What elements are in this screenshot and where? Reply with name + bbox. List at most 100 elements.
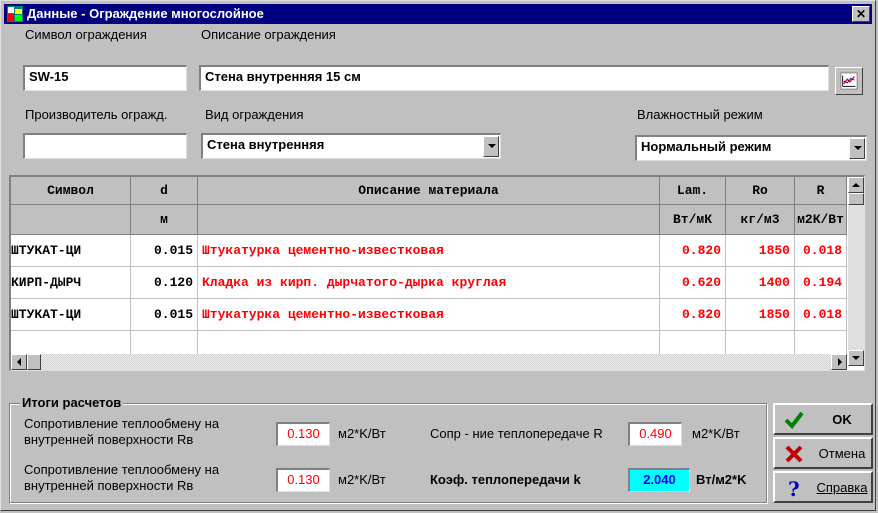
type-select-value: Стена внутренняя xyxy=(207,137,325,152)
header-ro[interactable]: Ro xyxy=(726,177,795,205)
r-inner2-label-line2: внутренней поверхности Rв xyxy=(24,478,194,493)
materials-table[interactable]: Символ d Описание материала Lam. Ro R м … xyxy=(9,175,865,371)
unit-description xyxy=(198,205,660,235)
cell-d[interactable] xyxy=(131,331,198,355)
r-inner-value: 0.130 xyxy=(276,422,330,446)
table-row[interactable] xyxy=(11,331,847,355)
manufacturer-label: Производитель огражд. xyxy=(25,107,168,122)
r-inner-label-line2: внутренней поверхности Rв xyxy=(24,432,194,447)
k-label: Коэф. теплопередачи k xyxy=(430,472,581,487)
unit-d: м xyxy=(131,205,198,235)
type-label: Вид ограждения xyxy=(205,107,304,122)
header-d[interactable]: d xyxy=(131,177,198,205)
cell-r[interactable]: 0.018 xyxy=(795,299,847,331)
help-button[interactable]: ? Справка xyxy=(773,471,873,503)
r-inner-unit: м2*K/Вт xyxy=(338,426,386,441)
cell-d[interactable]: 0.015 xyxy=(131,299,198,331)
scroll-thumb[interactable] xyxy=(27,354,41,370)
table-units-row: м Вт/мК кг/м3 м2К/Вт xyxy=(11,205,847,235)
question-icon: ? xyxy=(788,477,800,499)
cell-r[interactable] xyxy=(795,331,847,355)
r-inner-label-line1: Сопротивление теплообмену на xyxy=(24,416,220,431)
cell-symbol[interactable]: ШТУКАТ-ЦИ xyxy=(11,235,131,267)
cell-r[interactable]: 0.194 xyxy=(795,267,847,299)
description-input[interactable]: Стена внутренняя 15 см xyxy=(199,65,829,91)
r-inner2-label-line1: Сопротивление теплообмену на xyxy=(24,462,220,477)
symbol-input[interactable]: SW-15 xyxy=(23,65,187,91)
cell-lam[interactable]: 0.820 xyxy=(660,235,726,267)
cell-ro[interactable]: 1400 xyxy=(726,267,795,299)
cell-symbol[interactable] xyxy=(11,331,131,355)
cell-ro[interactable] xyxy=(726,331,795,355)
manufacturer-input[interactable] xyxy=(23,133,187,159)
header-description[interactable]: Описание материала xyxy=(198,177,660,205)
cell-description[interactable]: Штукатурка цементно-известковая xyxy=(198,235,660,267)
table-row[interactable]: ШТУКАТ-ЦИ 0.015 Штукатурка цементно-изве… xyxy=(11,299,847,331)
vertical-scrollbar[interactable] xyxy=(848,177,864,366)
r-total-value: 0.490 xyxy=(628,422,682,446)
humidity-select[interactable]: Нормальный режим xyxy=(635,135,867,161)
chevron-down-icon[interactable] xyxy=(849,138,865,159)
cell-d[interactable]: 0.015 xyxy=(131,235,198,267)
chart-icon xyxy=(840,72,858,90)
scroll-left-icon[interactable] xyxy=(11,354,27,370)
scroll-thumb[interactable] xyxy=(848,193,864,205)
header-r[interactable]: R xyxy=(795,177,847,205)
dialog-window: Данные - Ограждение многослойное ✕ Симво… xyxy=(0,0,876,511)
r-inner2-value: 0.130 xyxy=(276,468,330,492)
cell-symbol[interactable]: ШТУКАТ-ЦИ xyxy=(11,299,131,331)
close-icon[interactable]: ✕ xyxy=(852,6,870,22)
cell-description[interactable] xyxy=(198,331,660,355)
cell-d[interactable]: 0.120 xyxy=(131,267,198,299)
humidity-select-value: Нормальный режим xyxy=(641,139,772,154)
ok-label: OK xyxy=(832,412,852,427)
r-inner-label: Сопротивление теплообмену на внутренней … xyxy=(24,416,219,448)
chart-button[interactable] xyxy=(835,67,863,95)
unit-lam: Вт/мК xyxy=(660,205,726,235)
scroll-up-icon[interactable] xyxy=(848,177,864,193)
r-inner2-label: Сопротивление теплообмену на внутренней … xyxy=(24,462,219,494)
unit-symbol xyxy=(11,205,131,235)
cell-lam[interactable]: 0.620 xyxy=(660,267,726,299)
horizontal-scrollbar[interactable] xyxy=(11,354,847,370)
unit-r: м2К/Вт xyxy=(795,205,847,235)
humidity-label: Влажностный режим xyxy=(637,107,763,122)
cell-ro[interactable]: 1850 xyxy=(726,299,795,331)
results-title: Итоги расчетов xyxy=(20,395,124,410)
checkmark-icon xyxy=(784,411,804,430)
table-row[interactable]: ШТУКАТ-ЦИ 0.015 Штукатурка цементно-изве… xyxy=(11,235,847,267)
description-label: Описание ограждения xyxy=(201,27,336,42)
scroll-right-icon[interactable] xyxy=(831,354,847,370)
app-icon xyxy=(7,6,23,22)
header-symbol[interactable]: Символ xyxy=(11,177,131,205)
help-label: Справка xyxy=(816,480,868,495)
cell-lam[interactable] xyxy=(660,331,726,355)
ok-button[interactable]: OK xyxy=(773,403,873,435)
cell-ro[interactable]: 1850 xyxy=(726,235,795,267)
cell-symbol[interactable]: КИРП-ДЫРЧ xyxy=(11,267,131,299)
chevron-down-icon[interactable] xyxy=(483,136,499,157)
table-header-row: Символ d Описание материала Lam. Ro R xyxy=(11,177,847,205)
r-total-label: Сопр - ние теплопередаче R xyxy=(430,426,603,441)
header-lam[interactable]: Lam. xyxy=(660,177,726,205)
cell-description[interactable]: Штукатурка цементно-известковая xyxy=(198,299,660,331)
r-inner2-unit: м2*K/Вт xyxy=(338,472,386,487)
cell-description[interactable]: Кладка из кирп. дырчатого-дырка круглая xyxy=(198,267,660,299)
symbol-label: Символ ограждения xyxy=(25,27,147,42)
window-title: Данные - Ограждение многослойное xyxy=(27,6,264,21)
svg-text:?: ? xyxy=(788,477,800,499)
table-row[interactable]: КИРП-ДЫРЧ 0.120 Кладка из кирп. дырчатог… xyxy=(11,267,847,299)
cancel-label: Отмена xyxy=(818,446,866,461)
r-total-unit: м2*K/Вт xyxy=(692,426,740,441)
results-group: Итоги расчетов Сопротивление теплообмену… xyxy=(9,395,767,503)
cell-r[interactable]: 0.018 xyxy=(795,235,847,267)
scroll-down-icon[interactable] xyxy=(848,350,864,366)
unit-ro: кг/м3 xyxy=(726,205,795,235)
type-select[interactable]: Стена внутренняя xyxy=(201,133,501,159)
cell-lam[interactable]: 0.820 xyxy=(660,299,726,331)
title-bar: Данные - Ограждение многослойное ✕ xyxy=(4,4,872,24)
k-value: 2.040 xyxy=(628,468,690,492)
k-unit: Вт/м2*K xyxy=(696,472,747,487)
cross-icon xyxy=(785,445,803,463)
cancel-button[interactable]: Отмена xyxy=(773,437,873,469)
